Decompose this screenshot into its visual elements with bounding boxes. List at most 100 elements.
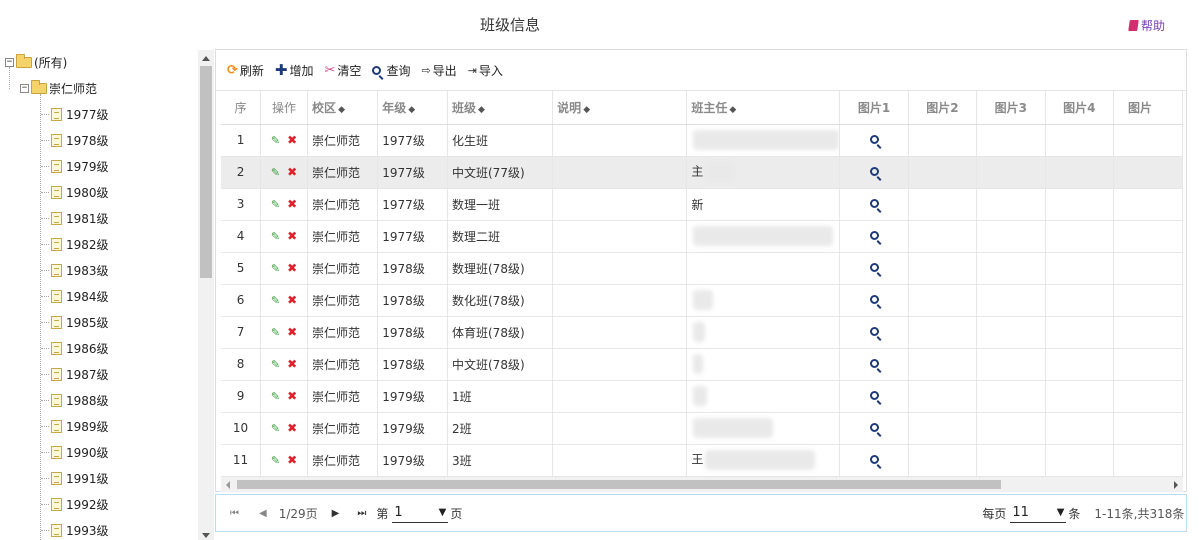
view-image-search-icon[interactable] xyxy=(869,359,879,368)
delete-icon[interactable]: ✖ xyxy=(287,133,297,147)
tree-node-year[interactable]: 1985级 xyxy=(51,311,109,333)
delete-icon[interactable]: ✖ xyxy=(287,197,297,211)
tree-node-year[interactable]: 1982级 xyxy=(51,233,109,255)
scroll-left-arrow-icon[interactable] xyxy=(226,481,230,489)
table-row[interactable]: 4 ✎ ✖ 崇仁师范 1977级 数理二班 xyxy=(221,220,1183,253)
scroll-right-arrow-icon[interactable] xyxy=(1174,481,1178,489)
table-row[interactable]: 9 ✎ ✖ 崇仁师范 1979级 1班 xyxy=(221,380,1183,413)
edit-pencil-icon[interactable]: ✎ xyxy=(271,134,280,147)
table-row[interactable]: 7 ✎ ✖ 崇仁师范 1978级 体育班(78级) xyxy=(221,316,1183,349)
scroll-up-arrow-icon[interactable] xyxy=(202,56,210,61)
tree-node-year[interactable]: 1987级 xyxy=(51,363,109,385)
page-select[interactable]: 1 ▼ xyxy=(392,503,449,523)
first-page-button[interactable]: ⏮ xyxy=(230,508,239,519)
tree-node-school[interactable]: − 崇仁师范 xyxy=(20,77,97,99)
edit-pencil-icon[interactable]: ✎ xyxy=(271,454,280,467)
view-image-search-icon[interactable] xyxy=(869,199,879,208)
last-page-button[interactable]: ⏭ xyxy=(357,508,366,519)
tree-node-year[interactable]: 1981级 xyxy=(51,207,109,229)
cell-pic5 xyxy=(1113,348,1183,381)
scroll-thumb[interactable] xyxy=(200,66,212,278)
view-image-search-icon[interactable] xyxy=(869,167,879,176)
tree-node-year[interactable]: 1990级 xyxy=(51,441,109,463)
prev-page-button[interactable]: ◀ xyxy=(259,508,267,519)
edit-pencil-icon[interactable]: ✎ xyxy=(271,262,280,275)
delete-icon[interactable]: ✖ xyxy=(287,453,297,467)
delete-icon[interactable]: ✖ xyxy=(287,389,297,403)
table-row[interactable]: 5 ✎ ✖ 崇仁师范 1978级 数理班(78级) xyxy=(221,252,1183,285)
tree-node-year[interactable]: 1988级 xyxy=(51,389,109,411)
hscroll-thumb[interactable] xyxy=(237,480,1001,489)
cell-desc xyxy=(552,252,688,285)
view-image-search-icon[interactable] xyxy=(869,231,879,240)
cell-seq: 10 xyxy=(221,412,262,445)
tree-node-year[interactable]: 1986级 xyxy=(51,337,109,359)
next-page-button[interactable]: ▶ xyxy=(332,508,340,519)
col-campus[interactable]: 校区 ◆ xyxy=(307,91,379,125)
cell-pic5 xyxy=(1113,444,1183,477)
tree-node-year[interactable]: 1984级 xyxy=(51,285,109,307)
col-teacher[interactable]: 班主任 ◆ xyxy=(686,91,841,125)
document-icon xyxy=(51,445,62,459)
per-page-suffix: 条 xyxy=(1068,506,1081,521)
scroll-down-arrow-icon[interactable] xyxy=(202,533,210,538)
edit-pencil-icon[interactable]: ✎ xyxy=(271,358,280,371)
tree-scrollbar[interactable] xyxy=(198,50,214,540)
tree-node-year[interactable]: 1989级 xyxy=(51,415,109,437)
delete-icon[interactable]: ✖ xyxy=(287,165,297,179)
collapse-icon[interactable]: − xyxy=(20,83,29,93)
tree-node-year[interactable]: 1979级 xyxy=(51,155,109,177)
tree-node-label: 1990级 xyxy=(66,445,109,460)
tree-node-year[interactable]: 1978级 xyxy=(51,129,109,151)
tree-node-root[interactable]: − (所有) xyxy=(5,51,67,73)
clear-button[interactable]: ✂ 清空 xyxy=(325,62,362,79)
cell-pic1 xyxy=(839,348,909,381)
delete-icon[interactable]: ✖ xyxy=(287,421,297,435)
table-row[interactable]: 11 ✎ ✖ 崇仁师范 1979级 3班王 xyxy=(221,444,1183,477)
view-image-search-icon[interactable] xyxy=(869,423,879,432)
query-button[interactable]: 查询 xyxy=(372,62,410,79)
edit-pencil-icon[interactable]: ✎ xyxy=(271,198,280,211)
tree-node-year[interactable]: 1977级 xyxy=(51,103,109,125)
edit-pencil-icon[interactable]: ✎ xyxy=(271,390,280,403)
tree-node-year[interactable]: 1993级 xyxy=(51,519,109,540)
per-page-select[interactable]: 11 ▼ xyxy=(1010,503,1067,523)
table-row[interactable]: 1 ✎ ✖ 崇仁师范 1977级 化生班 xyxy=(221,124,1183,157)
table-row[interactable]: 3 ✎ ✖ 崇仁师范 1977级 数理一班新 xyxy=(221,188,1183,221)
view-image-search-icon[interactable] xyxy=(869,391,879,400)
help-link[interactable]: 帮助 xyxy=(1128,17,1165,34)
import-button[interactable]: ⇥ 导入 xyxy=(468,62,503,79)
edit-pencil-icon[interactable]: ✎ xyxy=(271,326,280,339)
edit-pencil-icon[interactable]: ✎ xyxy=(271,422,280,435)
tree-node-year[interactable]: 1992级 xyxy=(51,493,109,515)
table-row[interactable]: 6 ✎ ✖ 崇仁师范 1978级 数化班(78级) xyxy=(221,284,1183,317)
sort-icon: ◆ xyxy=(408,104,416,115)
edit-pencil-icon[interactable]: ✎ xyxy=(271,294,280,307)
tree-node-year[interactable]: 1980级 xyxy=(51,181,109,203)
collapse-icon[interactable]: − xyxy=(5,57,14,67)
delete-icon[interactable]: ✖ xyxy=(287,325,297,339)
view-image-search-icon[interactable] xyxy=(869,295,879,304)
view-image-search-icon[interactable] xyxy=(869,135,879,144)
horizontal-scrollbar[interactable] xyxy=(221,477,1183,492)
refresh-button[interactable]: ⟳ 刷新 xyxy=(227,62,264,79)
edit-pencil-icon[interactable]: ✎ xyxy=(271,230,280,243)
table-row[interactable]: 10 ✎ ✖ 崇仁师范 1979级 2班 xyxy=(221,412,1183,445)
col-desc[interactable]: 说明 ◆ xyxy=(552,91,688,125)
delete-icon[interactable]: ✖ xyxy=(287,357,297,371)
view-image-search-icon[interactable] xyxy=(869,455,879,464)
table-row[interactable]: 2 ✎ ✖ 崇仁师范 1977级 中文班(77级) 主 xyxy=(221,156,1183,189)
edit-pencil-icon[interactable]: ✎ xyxy=(271,166,280,179)
view-image-search-icon[interactable] xyxy=(869,263,879,272)
col-class[interactable]: 班级 ◆ xyxy=(447,91,554,125)
delete-icon[interactable]: ✖ xyxy=(287,229,297,243)
tree-node-year[interactable]: 1991级 xyxy=(51,467,109,489)
view-image-search-icon[interactable] xyxy=(869,327,879,336)
delete-icon[interactable]: ✖ xyxy=(287,293,297,307)
export-button[interactable]: ⇨ 导出 xyxy=(421,62,456,79)
col-grade[interactable]: 年级 ◆ xyxy=(377,91,448,125)
add-button[interactable]: ✚ 增加 xyxy=(275,62,314,79)
tree-node-year[interactable]: 1983级 xyxy=(51,259,109,281)
delete-icon[interactable]: ✖ xyxy=(287,261,297,275)
table-row[interactable]: 8 ✎ ✖ 崇仁师范 1978级 中文班(78级) xyxy=(221,348,1183,381)
